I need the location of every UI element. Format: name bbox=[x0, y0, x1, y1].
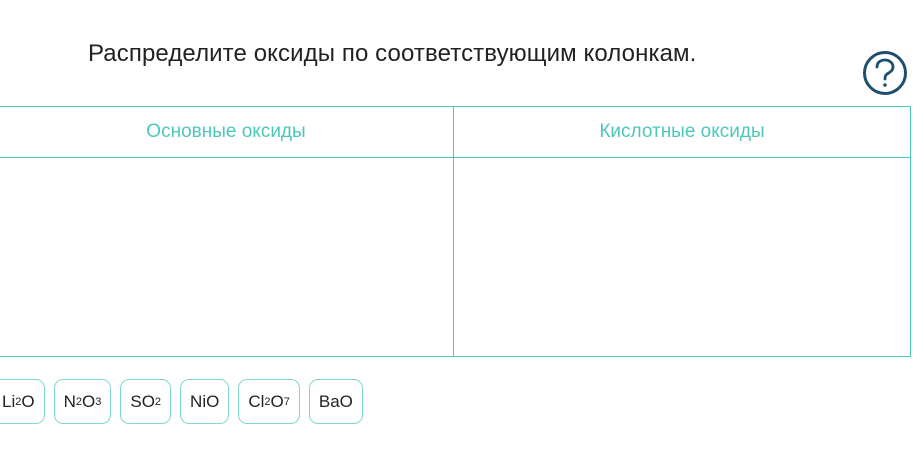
oxide-tile[interactable]: Cl 2 O 7 bbox=[238, 379, 300, 424]
task-instruction: Распределите оксиды по соответствующим к… bbox=[88, 40, 697, 67]
help-button[interactable] bbox=[863, 51, 907, 95]
oxide-sorting-task: Распределите оксиды по соответствующим к… bbox=[0, 0, 917, 460]
oxide-tile[interactable]: NiO bbox=[180, 379, 230, 424]
answer-tiles: Li 2 O N 2 O 3 SO 2 NiO Cl 2 O 7 BaO bbox=[0, 379, 363, 424]
column-header-basic-oxides: Основные оксиды bbox=[0, 107, 454, 158]
formula-text: O bbox=[21, 391, 35, 411]
formula-text: O bbox=[270, 391, 284, 411]
oxide-tile[interactable]: SO 2 bbox=[120, 379, 172, 424]
drop-zone-basic-oxides[interactable] bbox=[0, 158, 454, 356]
drop-zone-acidic-oxides[interactable] bbox=[454, 158, 910, 356]
formula-text: N bbox=[63, 391, 76, 411]
formula-text: Cl bbox=[248, 391, 265, 411]
column-header-acidic-oxides: Кислотные оксиды bbox=[454, 107, 910, 158]
question-circle-icon bbox=[875, 58, 895, 87]
sorting-table: Основные оксиды Кислотные оксиды bbox=[0, 106, 911, 357]
formula-text: Li bbox=[2, 391, 16, 411]
formula-text: BaO bbox=[318, 391, 353, 411]
formula-text: NiO bbox=[190, 391, 220, 411]
formula-subscript: 3 bbox=[95, 395, 102, 408]
oxide-tile[interactable]: BaO bbox=[308, 379, 363, 424]
formula-text: SO bbox=[130, 391, 155, 411]
oxide-tile[interactable]: Li 2 O bbox=[0, 379, 45, 424]
formula-subscript: 2 bbox=[154, 395, 162, 408]
formula-subscript: 7 bbox=[283, 395, 290, 408]
formula-text: O bbox=[82, 391, 96, 411]
oxide-tile[interactable]: N2O3 bbox=[53, 379, 112, 424]
